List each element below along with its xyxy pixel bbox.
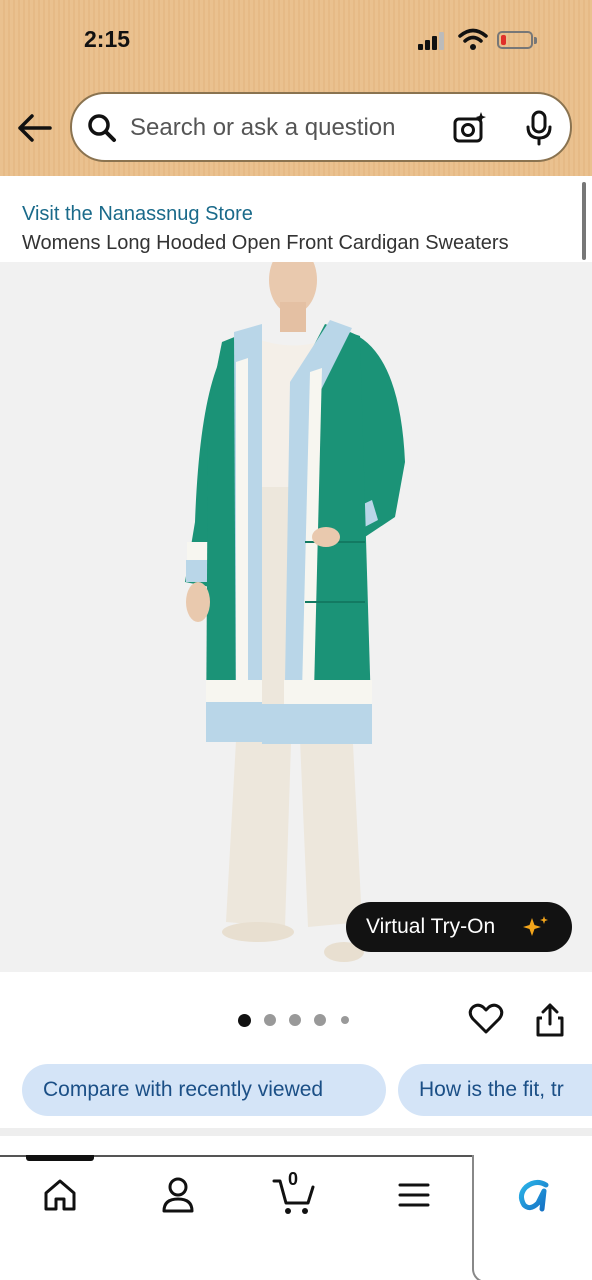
mic-icon[interactable]	[524, 110, 554, 146]
cart-count: 0	[288, 1169, 299, 1189]
header: 2:15 Search or ask a question	[0, 0, 592, 176]
account-icon[interactable]	[156, 1173, 200, 1217]
search-bar[interactable]: Search or ask a question	[70, 92, 572, 162]
sparkle-icon	[523, 916, 548, 936]
wifi-icon	[458, 28, 488, 50]
section-divider	[0, 1128, 592, 1136]
heart-icon[interactable]	[468, 1000, 504, 1036]
cart-button[interactable]: 0	[272, 1169, 316, 1217]
search-icon	[88, 114, 116, 142]
store-link[interactable]: Visit the Nanassnug Store	[22, 203, 253, 226]
carousel-dot[interactable]	[341, 1016, 349, 1024]
compare-chip[interactable]: Compare with recently viewed	[22, 1064, 386, 1116]
chip-label: Compare with recently viewed	[43, 1078, 324, 1101]
carousel-dot[interactable]	[264, 1014, 276, 1026]
menu-icon[interactable]	[392, 1173, 436, 1217]
bottom-nav: 0	[0, 1155, 592, 1280]
share-icon[interactable]	[534, 1002, 566, 1038]
search-input[interactable]: Search or ask a question	[130, 114, 396, 142]
rufus-tab[interactable]	[472, 1155, 592, 1280]
virtual-try-on-button[interactable]: Virtual Try-On	[346, 902, 572, 952]
carousel-dot[interactable]	[314, 1014, 326, 1026]
virtual-try-on-label: Virtual Try-On	[366, 915, 496, 938]
carousel-dot[interactable]	[238, 1014, 251, 1027]
home-icon[interactable]	[38, 1173, 82, 1217]
scroll-indicator	[582, 182, 586, 260]
battery-icon	[497, 31, 537, 49]
signal-icon	[418, 32, 448, 50]
back-arrow-icon[interactable]	[14, 108, 54, 148]
status-time: 2:15	[84, 26, 131, 52]
carousel-dot[interactable]	[289, 1014, 301, 1026]
camera-icon[interactable]	[452, 110, 488, 146]
rufus-icon	[518, 1179, 549, 1212]
active-tab-indicator	[26, 1155, 94, 1161]
product-page: 2:15 Search or ask a question Visit the …	[0, 0, 592, 1280]
product-title: Womens Long Hooded Open Front Cardigan S…	[22, 232, 509, 254]
chip-label: How is the fit, tr	[419, 1078, 564, 1101]
product-photo	[185, 262, 405, 962]
product-image[interactable]: Virtual Try-On	[0, 262, 592, 972]
fit-question-chip[interactable]: How is the fit, tr	[398, 1064, 592, 1116]
